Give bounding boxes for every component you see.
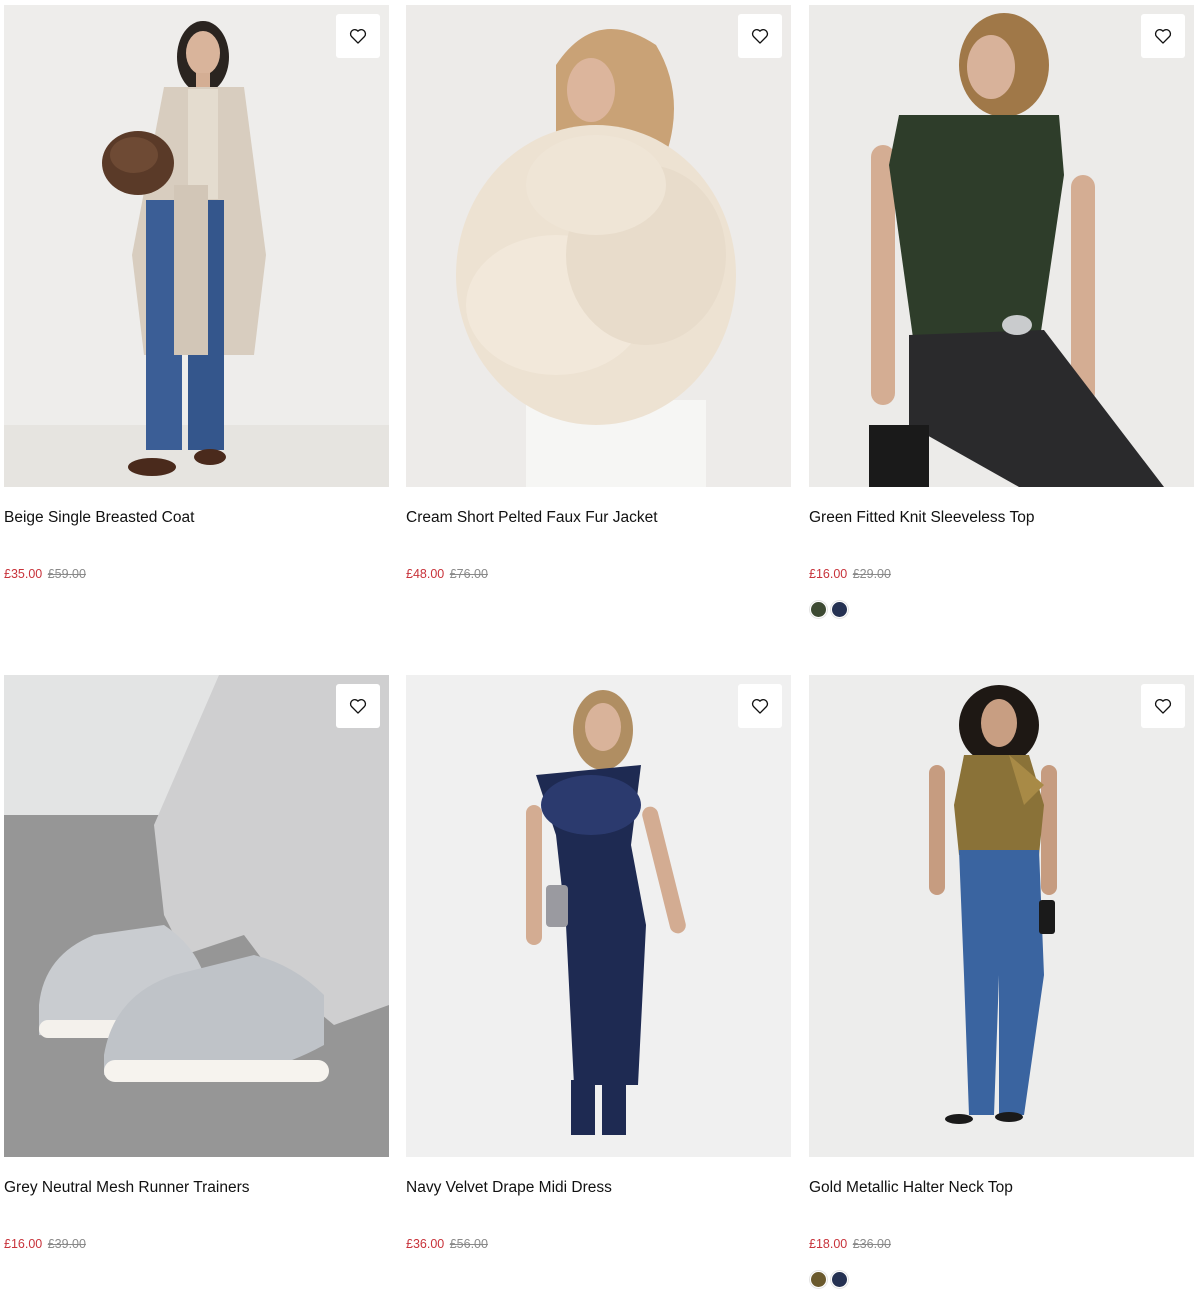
product-photo xyxy=(4,675,389,1157)
sale-price: £36.00 xyxy=(406,1237,445,1251)
product-price: £16.00 £29.00 xyxy=(809,566,891,582)
heart-outline-icon xyxy=(751,698,769,714)
product-photo xyxy=(406,5,791,487)
original-price: £76.00 xyxy=(449,567,488,581)
product-card[interactable]: Navy Velvet Drape Midi Dress £36.00 £56.… xyxy=(406,675,791,1251)
sale-price: £16.00 xyxy=(809,567,848,581)
heart-outline-icon xyxy=(349,698,367,714)
original-price: £36.00 xyxy=(852,1237,891,1251)
product-card[interactable]: Beige Single Breasted Coat £35.00 £59.00 xyxy=(4,5,389,581)
sale-price: £35.00 xyxy=(4,567,43,581)
product-image[interactable] xyxy=(4,675,389,1157)
product-price: £16.00 £39.00 xyxy=(4,1236,86,1252)
product-photo xyxy=(809,675,1194,1157)
original-price: £56.00 xyxy=(449,1237,488,1251)
wishlist-button[interactable] xyxy=(336,684,380,728)
product-price: £35.00 £59.00 xyxy=(4,566,86,582)
wishlist-button[interactable] xyxy=(336,14,380,58)
wishlist-button[interactable] xyxy=(738,14,782,58)
wishlist-button[interactable] xyxy=(1141,684,1185,728)
heart-outline-icon xyxy=(1154,698,1172,714)
original-price: £29.00 xyxy=(852,567,891,581)
sale-price: £48.00 xyxy=(406,567,445,581)
product-card[interactable]: Grey Neutral Mesh Runner Trainers £16.00… xyxy=(4,675,389,1251)
product-image[interactable] xyxy=(809,5,1194,487)
product-card[interactable]: Cream Short Pelted Faux Fur Jacket £48.0… xyxy=(406,5,791,581)
original-price: £39.00 xyxy=(47,1237,86,1251)
color-swatches xyxy=(810,601,848,618)
product-name[interactable]: Grey Neutral Mesh Runner Trainers xyxy=(4,1178,250,1198)
product-image[interactable] xyxy=(406,5,791,487)
product-photo xyxy=(406,675,791,1157)
heart-outline-icon xyxy=(1154,28,1172,44)
product-price: £48.00 £76.00 xyxy=(406,566,488,582)
product-name[interactable]: Gold Metallic Halter Neck Top xyxy=(809,1178,1013,1198)
product-photo xyxy=(809,5,1194,487)
product-image[interactable] xyxy=(406,675,791,1157)
color-swatches xyxy=(810,1271,848,1288)
product-name[interactable]: Navy Velvet Drape Midi Dress xyxy=(406,1178,612,1198)
product-card[interactable]: Green Fitted Knit Sleeveless Top £16.00 … xyxy=(809,5,1194,618)
sale-price: £18.00 xyxy=(809,1237,848,1251)
product-image[interactable] xyxy=(4,5,389,487)
product-price: £36.00 £56.00 xyxy=(406,1236,488,1252)
product-price: £18.00 £36.00 xyxy=(809,1236,891,1252)
product-card[interactable]: Gold Metallic Halter Neck Top £18.00 £36… xyxy=(809,675,1194,1288)
color-swatch-navy[interactable] xyxy=(831,1271,848,1288)
product-name[interactable]: Green Fitted Knit Sleeveless Top xyxy=(809,508,1034,528)
product-image[interactable] xyxy=(809,675,1194,1157)
product-name[interactable]: Cream Short Pelted Faux Fur Jacket xyxy=(406,508,658,528)
sale-price: £16.00 xyxy=(4,1237,43,1251)
product-name[interactable]: Beige Single Breasted Coat xyxy=(4,508,194,528)
original-price: £59.00 xyxy=(47,567,86,581)
wishlist-button[interactable] xyxy=(1141,14,1185,58)
color-swatch-gold[interactable] xyxy=(810,1271,827,1288)
color-swatch-green[interactable] xyxy=(810,601,827,618)
wishlist-button[interactable] xyxy=(738,684,782,728)
color-swatch-navy[interactable] xyxy=(831,601,848,618)
heart-outline-icon xyxy=(751,28,769,44)
product-photo xyxy=(4,5,389,487)
heart-outline-icon xyxy=(349,28,367,44)
